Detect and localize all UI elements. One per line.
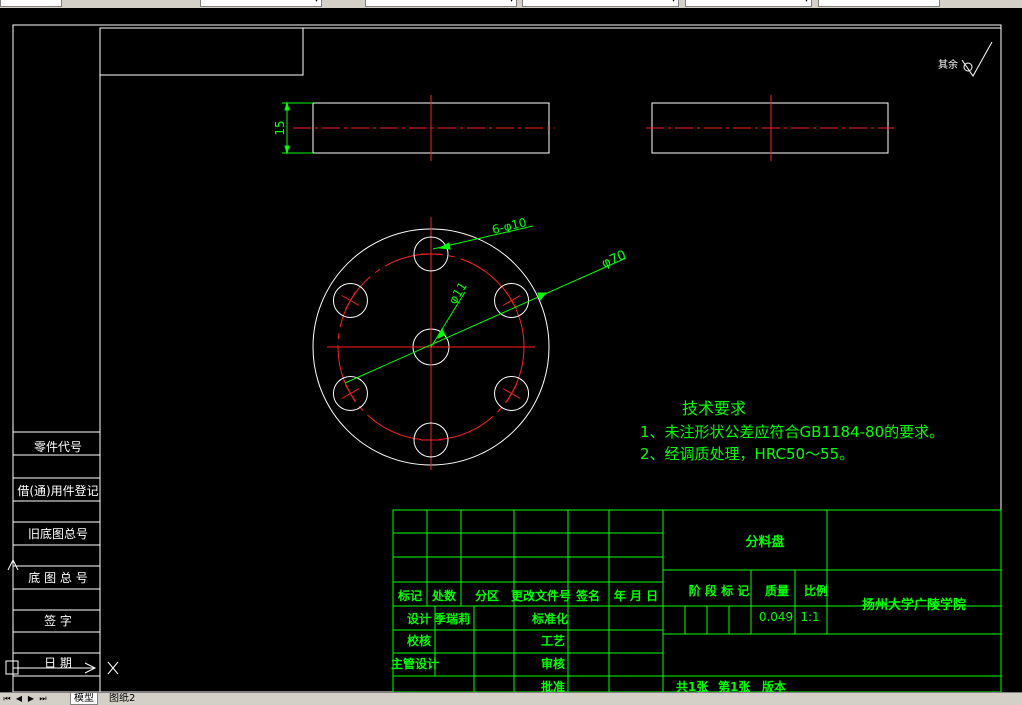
sheet-number: 第1张 xyxy=(718,679,751,692)
last-tab-icon[interactable]: ⏭ xyxy=(38,693,48,704)
school-name: 扬州大学广陵学院 xyxy=(862,597,966,613)
header-change-doc: 更改文件号 xyxy=(511,588,571,603)
header-mark: 标记 xyxy=(397,588,422,603)
side-item-base-total: 底 图 总 号 xyxy=(28,570,87,585)
header-date: 年 月 日 xyxy=(614,588,658,603)
part-name: 分料盘 xyxy=(745,534,784,550)
corner-code-box xyxy=(99,27,304,76)
bolt-hole-centerline xyxy=(345,291,356,310)
side-item-old-base: 旧底图总号 xyxy=(28,526,88,541)
toolbar-field-1[interactable] xyxy=(0,0,62,7)
tech-req-title: 技术要求 xyxy=(682,399,746,418)
chief-design-label: 主管设计 xyxy=(391,656,439,671)
tab-layout2[interactable]: 图纸2 xyxy=(106,693,138,704)
design-label: 设计 xyxy=(407,611,431,626)
color-dropdown[interactable]: ▾ xyxy=(365,0,517,7)
drawing-canvas[interactable]: 其余 15 φ70 6-φ10 φ11 技术要求 1、未注形状公差应符合GB11… xyxy=(0,8,1022,692)
scale-value: 1:1 xyxy=(800,610,819,624)
outer-diameter-dimension xyxy=(344,257,627,384)
version-label: 版本 xyxy=(762,679,786,692)
header-zone: 分区 xyxy=(475,588,499,603)
chevron-down-icon: ▾ xyxy=(314,0,319,6)
next-tab-icon[interactable]: ▶ xyxy=(26,693,36,704)
side-item-part-code: 零件代号 xyxy=(34,440,82,454)
bolt-hole-centerline xyxy=(506,291,517,310)
chevron-down-icon: ▾ xyxy=(509,0,514,6)
process-label: 工艺 xyxy=(541,633,565,648)
roughness-symbol-icon xyxy=(961,41,993,77)
sheets-total: 共1张 xyxy=(676,679,709,692)
side-view xyxy=(646,95,894,161)
thickness-dim-text: 15 xyxy=(273,120,287,135)
center-dim-text: φ11 xyxy=(446,280,470,307)
check-label: 校核 xyxy=(407,633,431,648)
first-tab-icon[interactable]: ⏮ xyxy=(2,693,12,704)
tech-req-line2: 2、经调质处理，HRC50～55。 xyxy=(640,445,854,463)
tech-req-line1: 1、未注形状公差应符合GB1184-80的要求。 xyxy=(640,423,944,441)
side-column xyxy=(13,431,100,677)
layout-tab-bar: ⏮ ◀ ▶ ⏭ 模型 图纸2 xyxy=(0,692,1022,705)
designer-name: 季瑞莉 xyxy=(433,611,470,626)
drawing-border xyxy=(12,24,1002,692)
mass-label: 质量 xyxy=(765,583,789,598)
bolt-hole-centerline xyxy=(345,384,356,403)
mass-value: 0.049 xyxy=(759,610,793,624)
standard-label: 标准化 xyxy=(531,611,568,626)
plotstyle-dropdown[interactable] xyxy=(818,0,940,7)
approve-label: 批准 xyxy=(541,679,565,692)
prev-tab-icon[interactable]: ◀ xyxy=(14,693,24,704)
toolbar: ▾ ▾ ▾ ▾ xyxy=(0,0,1022,8)
lineweight-dropdown[interactable]: ▾ xyxy=(685,0,812,7)
stage-label: 阶 段 标 记 xyxy=(689,583,750,598)
outer-dim-text: φ70 xyxy=(600,248,629,272)
layer-dropdown[interactable]: ▾ xyxy=(200,0,322,7)
roughness-label: 其余 xyxy=(938,58,958,71)
scale-label: 比例 xyxy=(804,583,828,598)
side-item-borrow-register: 借(通)用件登记 xyxy=(17,483,98,498)
side-item-signature: 签 字 xyxy=(44,613,72,628)
header-count: 处数 xyxy=(431,588,457,603)
front-view xyxy=(293,95,555,161)
linetype-dropdown[interactable]: ▾ xyxy=(522,0,679,7)
bolt-hole-centerline xyxy=(506,384,517,403)
header-signature: 签名 xyxy=(575,588,600,603)
chevron-down-icon: ▾ xyxy=(804,0,809,6)
review-label: 审核 xyxy=(541,656,565,671)
tab-model[interactable]: 模型 xyxy=(70,693,98,705)
chevron-down-icon: ▾ xyxy=(671,0,676,6)
holes-dim-text: 6-φ10 xyxy=(491,215,528,237)
